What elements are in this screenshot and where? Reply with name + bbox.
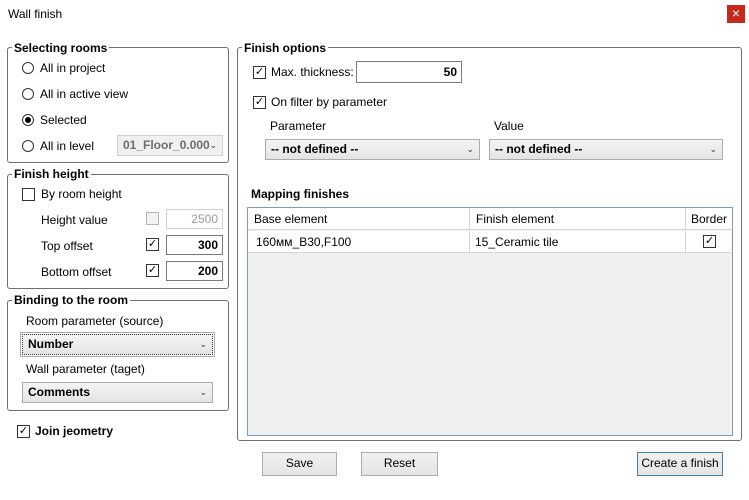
chevron-down-icon: ⌄ xyxy=(199,387,207,397)
value-dropdown[interactable]: -- not defined -- ⌄ xyxy=(489,139,723,160)
wall-parameter-label: Wall parameter (taget) xyxy=(26,362,145,376)
parameter-value: -- not defined -- xyxy=(271,142,359,156)
chevron-down-icon: ⌄ xyxy=(466,144,474,154)
height-value-checkbox[interactable] xyxy=(146,212,159,225)
border-checkbox[interactable]: ✓ xyxy=(703,235,716,248)
room-parameter-label: Room parameter (source) xyxy=(26,314,164,328)
reset-button[interactable]: Reset xyxy=(361,452,438,476)
window-title: Wall finish xyxy=(8,7,63,21)
close-button[interactable]: × xyxy=(727,5,745,23)
chevron-down-icon: ⌄ xyxy=(709,144,717,154)
column-header-border[interactable]: Border xyxy=(686,208,732,230)
join-geometry-checkbox[interactable]: ✓ xyxy=(17,425,30,438)
radio-all-in-project[interactable] xyxy=(22,62,34,74)
grid-header: Base element Finish element Border xyxy=(248,208,732,230)
radio-all-in-level[interactable] xyxy=(22,140,34,152)
mapping-grid[interactable]: Base element Finish element Border 160мм… xyxy=(247,207,733,436)
level-dropdown[interactable]: 01_Floor_0.000 ⌄ xyxy=(117,135,223,156)
filter-checkbox[interactable]: ✓ xyxy=(253,96,266,109)
base-element-cell[interactable]: 160мм_B30,F100 xyxy=(251,231,470,253)
finish-height-title: Finish height xyxy=(12,167,91,181)
room-parameter-dropdown[interactable]: Number ⌄ xyxy=(20,332,215,357)
by-room-height-label: By room height xyxy=(41,187,122,201)
finish-element-cell[interactable]: 15_Ceramic tile xyxy=(470,231,686,253)
mapping-title: Mapping finishes xyxy=(251,187,350,201)
chevron-down-icon: ⌄ xyxy=(199,339,207,349)
room-parameter-value: Number xyxy=(28,337,74,351)
parameter-label: Parameter xyxy=(270,119,327,133)
radio-all-in-active-view[interactable] xyxy=(22,88,34,100)
finish-options-title: Finish options xyxy=(242,41,328,55)
join-geometry-label: Join jeometry xyxy=(35,424,114,438)
bottom-offset-label: Bottom offset xyxy=(41,265,112,279)
top-offset-input[interactable]: 300 xyxy=(166,235,223,255)
selecting-rooms-title: Selecting rooms xyxy=(12,41,110,55)
height-value-input[interactable]: 2500 xyxy=(166,209,223,229)
chevron-down-icon: ⌄ xyxy=(209,140,217,150)
bottom-offset-checkbox[interactable]: ✓ xyxy=(146,264,159,277)
value-label: Value xyxy=(494,119,524,133)
by-room-height-checkbox[interactable] xyxy=(22,188,35,201)
height-value-label: Height value xyxy=(41,213,108,227)
parameter-dropdown[interactable]: -- not defined -- ⌄ xyxy=(265,139,480,160)
create-finish-button[interactable]: Create a finish xyxy=(637,452,723,476)
radio-label: All in project xyxy=(40,61,106,75)
wall-parameter-value: Comments xyxy=(28,385,91,399)
filter-label: On filter by parameter xyxy=(271,95,388,109)
value-value: -- not defined -- xyxy=(495,142,583,156)
radio-selected[interactable] xyxy=(22,114,34,126)
bottom-offset-input[interactable]: 200 xyxy=(166,261,223,281)
save-button[interactable]: Save xyxy=(262,452,337,476)
level-value: 01_Floor_0.000 xyxy=(123,138,210,152)
wall-parameter-dropdown[interactable]: Comments ⌄ xyxy=(22,382,213,403)
column-header-base-element[interactable]: Base element xyxy=(248,208,470,230)
radio-label: All in active view xyxy=(40,87,129,101)
radio-label: Selected xyxy=(40,113,87,127)
max-thickness-input[interactable]: 50 xyxy=(356,61,462,83)
binding-title: Binding to the room xyxy=(12,293,130,307)
max-thickness-label: Max. thickness: xyxy=(271,65,354,79)
top-offset-label: Top offset xyxy=(41,239,93,253)
radio-label: All in level xyxy=(40,139,95,153)
max-thickness-checkbox[interactable]: ✓ xyxy=(253,66,266,79)
column-header-finish-element[interactable]: Finish element xyxy=(470,208,686,230)
top-offset-checkbox[interactable]: ✓ xyxy=(146,238,159,251)
table-row[interactable]: 160мм_B30,F100 15_Ceramic tile ✓ xyxy=(248,231,731,253)
